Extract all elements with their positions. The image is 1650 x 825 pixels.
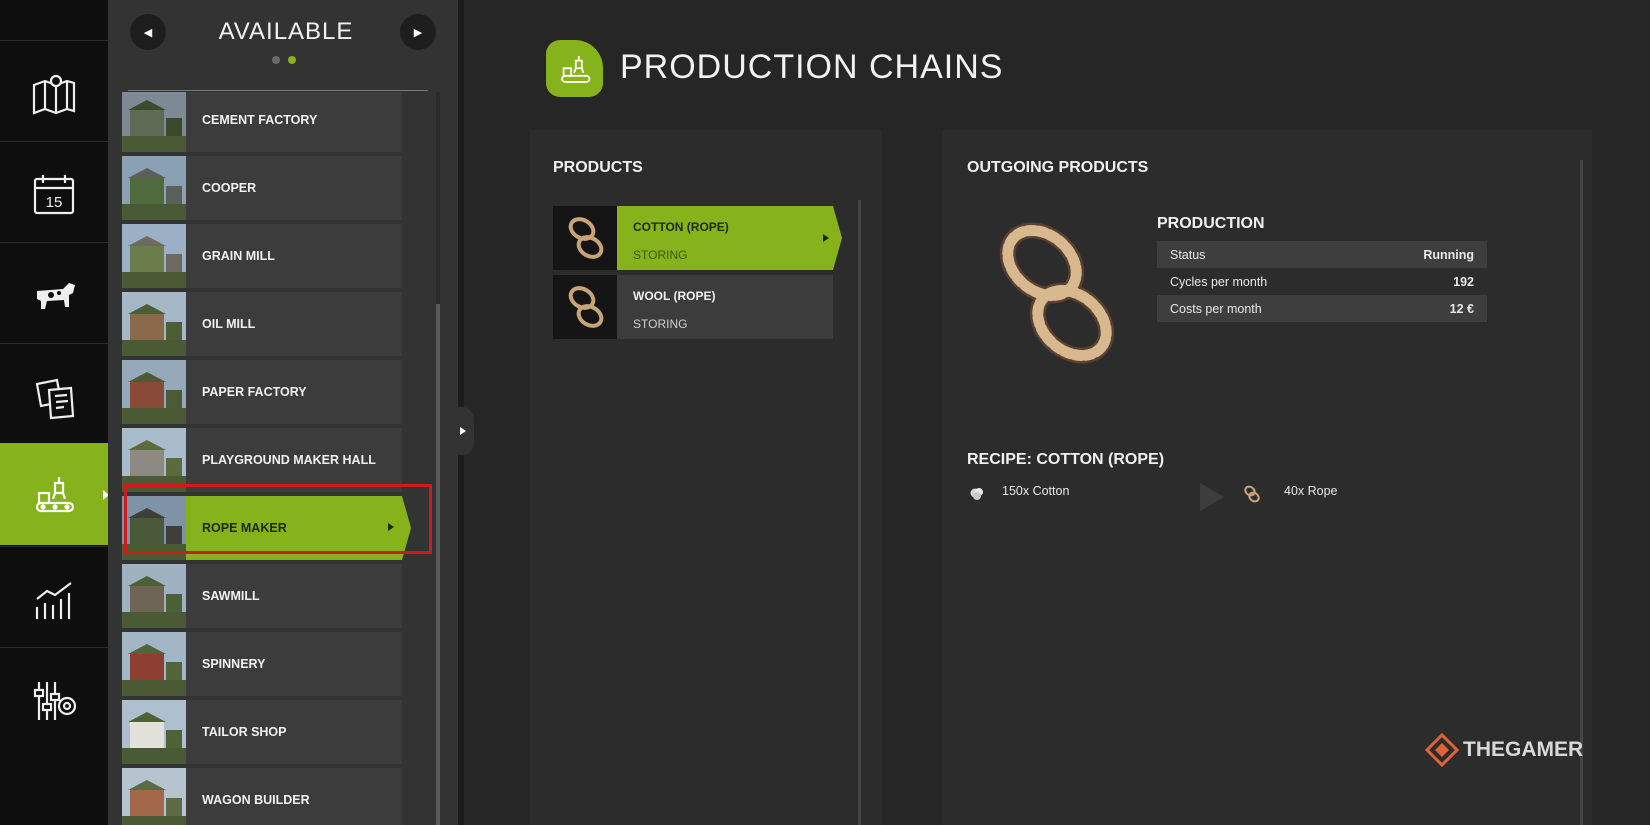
- outgoing-title: OUTGOING PRODUCTS: [967, 159, 1149, 176]
- divider: [128, 90, 428, 91]
- calendar-icon: 15: [33, 174, 75, 214]
- next-page-button[interactable]: ▶: [400, 14, 436, 50]
- building-thumbnail: [122, 768, 186, 825]
- list-scroll-thumb[interactable]: [436, 304, 440, 825]
- production-menu-button[interactable]: [0, 443, 109, 545]
- rope-icon: [553, 206, 617, 270]
- list-item-label: CEMENT FACTORY: [186, 92, 402, 152]
- page-title: PRODUCTION CHAINS: [620, 48, 1004, 86]
- stat-row-cycles: Cycles per month 192: [1157, 268, 1487, 295]
- watermark-logo-icon: [1425, 733, 1459, 767]
- recipe-arrow-icon: [1200, 483, 1224, 511]
- available-header: ◀ AVAILABLE ▶: [108, 0, 464, 88]
- building-thumbnail: [122, 564, 186, 628]
- list-item-label: SPINNERY: [186, 632, 402, 696]
- building-thumbnail: [122, 700, 186, 764]
- page-indicator: [272, 56, 296, 64]
- products-title: PRODUCTS: [553, 159, 643, 176]
- stat-label: Costs per month: [1170, 301, 1262, 316]
- selection-highlight-box: [124, 484, 432, 554]
- list-item-label: WAGON BUILDER: [186, 768, 402, 825]
- list-item-sawmill[interactable]: SAWMILL: [122, 564, 402, 628]
- svg-text:15: 15: [46, 194, 63, 211]
- map-menu-button[interactable]: [0, 40, 108, 146]
- list-item-oil-mill[interactable]: OIL MILL: [122, 292, 402, 356]
- chevron-right-icon: [460, 427, 466, 435]
- list-item-spinnery[interactable]: SPINNERY: [122, 632, 402, 696]
- recipe-output: 40x Rope: [1284, 484, 1338, 498]
- selected-arrow-icon: [823, 234, 829, 242]
- collapse-panel-button[interactable]: [452, 407, 474, 455]
- list-item-label: TAILOR SHOP: [186, 700, 402, 764]
- stat-label: Status: [1170, 247, 1206, 262]
- list-item-label: SAWMILL: [186, 564, 402, 628]
- list-item-label: OIL MILL: [186, 292, 402, 356]
- available-panel: ◀ AVAILABLE ▶ CEMENT FACTORY COOPER GRAIN …: [108, 0, 464, 825]
- product-name: COTTON (ROPE): [633, 220, 729, 234]
- production-list: CEMENT FACTORY COOPER GRAIN MILL OIL MILL PA…: [108, 92, 464, 825]
- list-item-wagon-builder[interactable]: WAGON BUILDER: [122, 768, 402, 825]
- product-name: WOOL (ROPE): [633, 289, 716, 303]
- stat-value: 12 €: [1449, 301, 1474, 316]
- list-item-label: COOPER: [186, 156, 402, 220]
- page-dot-active[interactable]: [288, 56, 296, 64]
- contracts-icon: [35, 378, 75, 419]
- production-icon: [35, 477, 75, 513]
- stat-row-status: Status Running: [1157, 241, 1487, 268]
- list-item-label: GRAIN MILL: [186, 224, 402, 288]
- statistics-icon: [35, 581, 72, 619]
- stat-value: Running: [1423, 247, 1474, 262]
- building-thumbnail: [122, 632, 186, 696]
- contracts-menu-button[interactable]: [0, 343, 108, 449]
- list-item-grain-mill[interactable]: GRAIN MILL: [122, 224, 402, 288]
- products-scrollbar[interactable]: [858, 200, 861, 825]
- building-thumbnail: [122, 92, 186, 152]
- map-icon: [32, 74, 76, 115]
- calendar-menu-button[interactable]: 15: [0, 141, 108, 247]
- list-item-paper-factory[interactable]: PAPER FACTORY: [122, 360, 402, 424]
- cotton-icon: [970, 488, 983, 500]
- product-status: STORING: [633, 248, 688, 262]
- recipe-title: RECIPE: COTTON (ROPE): [967, 451, 1165, 468]
- stat-row-costs: Costs per month 12 €: [1157, 295, 1487, 322]
- menu-rail: 15: [0, 0, 109, 825]
- production-chains-icon: [546, 40, 603, 97]
- rope-icon: [1244, 485, 1260, 503]
- stat-label: Cycles per month: [1170, 274, 1268, 289]
- settings-icon: [33, 681, 77, 720]
- outgoing-scrollbar[interactable]: [1580, 160, 1583, 825]
- animals-icon: [37, 282, 75, 309]
- building-thumbnail: [122, 156, 186, 220]
- list-item-cement-factory[interactable]: CEMENT FACTORY: [122, 92, 402, 152]
- animals-menu-button[interactable]: [0, 242, 108, 348]
- rope-product-image: [999, 222, 1115, 364]
- building-thumbnail: [122, 292, 186, 356]
- product-item-wool-rope[interactable]: WOOL (ROPE) STORING: [553, 275, 833, 339]
- production-stats: Status Running Cycles per month 192 Cost…: [1157, 241, 1487, 322]
- rope-icon: [553, 275, 617, 339]
- production-title: PRODUCTION: [1157, 215, 1265, 232]
- building-thumbnail: [122, 224, 186, 288]
- list-item-playground-maker-hall[interactable]: PLAYGROUND MAKER HALL: [122, 428, 402, 492]
- list-item-tailor-shop[interactable]: TAILOR SHOP: [122, 700, 402, 764]
- stat-value: 192: [1453, 274, 1474, 289]
- settings-menu-button[interactable]: [0, 647, 108, 753]
- watermark-text: THEGAMER: [1463, 738, 1584, 761]
- recipe-input: 150x Cotton: [1002, 484, 1070, 498]
- product-status: STORING: [633, 317, 688, 331]
- list-item-cooper[interactable]: COOPER: [122, 156, 402, 220]
- statistics-menu-button[interactable]: [0, 546, 108, 652]
- list-item-label: PAPER FACTORY: [186, 360, 402, 424]
- building-thumbnail: [122, 360, 186, 424]
- product-item-cotton-rope[interactable]: COTTON (ROPE) STORING: [553, 206, 842, 270]
- list-item-label: PLAYGROUND MAKER HALL: [186, 428, 402, 492]
- page-dot[interactable]: [272, 56, 280, 64]
- building-thumbnail: [122, 428, 186, 492]
- watermark: THEGAMER: [1425, 733, 1583, 767]
